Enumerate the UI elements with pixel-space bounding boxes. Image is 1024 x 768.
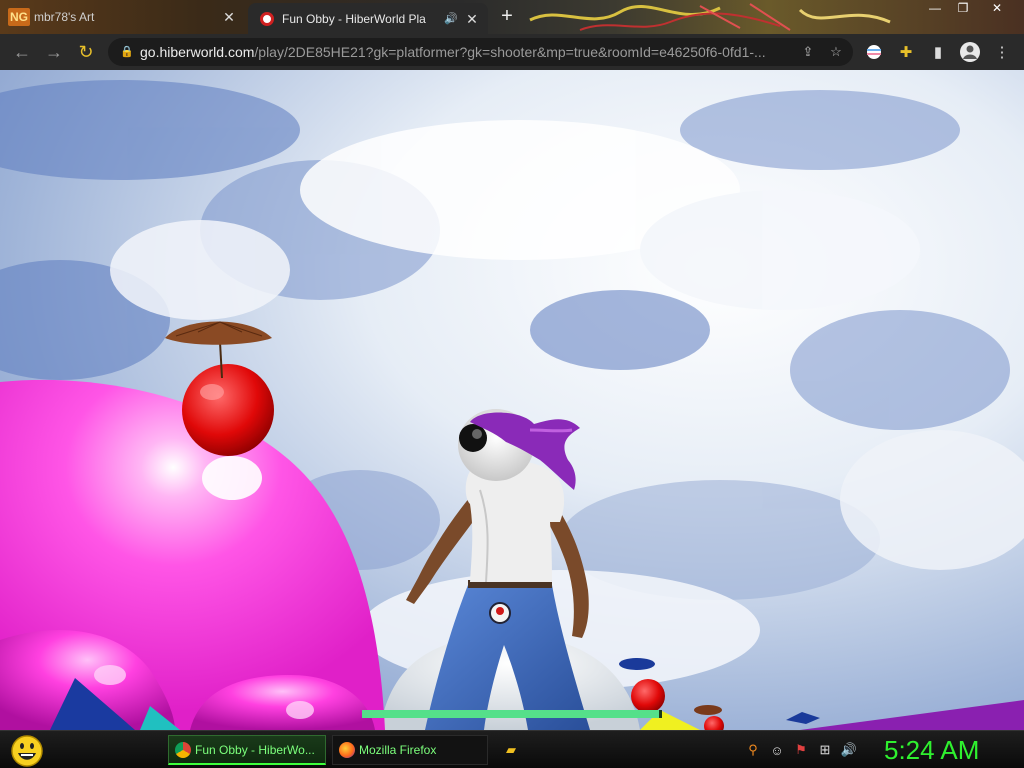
extensions-puzzle-icon[interactable]: ✚ [894, 40, 918, 64]
address-bar[interactable]: 🔒 go.hiberworld.com/play/2DE85HE21?gk=pl… [108, 38, 853, 66]
forward-arrow-icon[interactable]: → [38, 37, 70, 67]
profile-flag-icon[interactable] [862, 40, 886, 64]
close-tab-icon[interactable]: ✕ [221, 9, 237, 25]
messenger-icon[interactable]: ☺ [768, 741, 786, 759]
menu-kebab-icon[interactable]: ⋮ [990, 40, 1014, 64]
tab-newgrounds-art[interactable]: NG mbr78's Art ✕ [0, 2, 245, 32]
address-url[interactable]: go.hiberworld.com/play/2DE85HE21?gk=plat… [140, 44, 797, 60]
distant-umbrella [619, 658, 655, 670]
start-button[interactable] [8, 733, 46, 767]
desktop-screen: NG mbr78's Art ✕ Fun Obby - HiberWorld P… [0, 0, 1024, 768]
folder-icon[interactable]: ▰ [502, 741, 520, 759]
smiley-start-icon [11, 735, 43, 767]
tab-title: Fun Obby - HiberWorld Pla [282, 11, 426, 26]
player-health-bar [362, 710, 662, 718]
new-tab-button[interactable]: + [496, 6, 518, 28]
firefox-icon [339, 742, 355, 758]
task-label: Fun Obby - HiberWo... [195, 742, 315, 757]
window-close-icon[interactable]: ✕ [986, 0, 1008, 18]
url-host: go.hiberworld.com [140, 44, 255, 60]
newgrounds-logo-icon: NG [8, 8, 30, 26]
cherry-decoration [182, 364, 274, 456]
graffiti-background [529, 3, 891, 31]
volume-icon[interactable]: 🔊 [840, 741, 858, 759]
side-panel-icon[interactable]: ▮ [926, 40, 950, 64]
speaker-icon[interactable]: 🔊 [444, 12, 458, 25]
tab-fun-obby[interactable]: Fun Obby - HiberWorld Pla 🔊 ✕ [248, 3, 488, 34]
distant-cherry [631, 679, 665, 713]
network-icon[interactable]: ⊞ [816, 741, 834, 759]
search-icon[interactable]: ⚲ [744, 741, 762, 759]
distant-flag [786, 712, 820, 724]
hiberworld-favicon-icon [260, 11, 274, 26]
game-canvas[interactable] [0, 70, 1024, 730]
purple-platform [800, 700, 1024, 730]
profile-avatar-icon[interactable] [958, 40, 982, 64]
lock-icon: 🔒 [120, 46, 134, 58]
chrome-icon [175, 741, 191, 758]
health-bar-fill [362, 710, 659, 718]
share-icon[interactable]: ⇪ [797, 44, 819, 60]
distant-umbrella [694, 705, 722, 715]
reload-icon[interactable]: ↻ [70, 37, 102, 67]
umbrella-decoration [165, 321, 272, 345]
restore-icon[interactable]: ❐ [952, 0, 974, 18]
tab-title: mbr78's Art [34, 10, 95, 24]
taskbar: Fun Obby - HiberWo... Mozilla Firefox ▰ … [0, 730, 1024, 768]
game-scene [0, 80, 1024, 730]
minimize-icon[interactable]: — [924, 0, 946, 18]
browser-tab-strip: NG mbr78's Art ✕ Fun Obby - HiberWorld P… [0, 0, 1024, 34]
back-arrow-icon[interactable]: ← [6, 37, 38, 67]
taskbar-clock[interactable]: 5:24 AM [884, 734, 1014, 766]
url-path: /play/2DE85HE21?gk=platformer?gk=shooter… [254, 44, 766, 60]
task-label: Mozilla Firefox [359, 743, 437, 757]
bookmark-star-icon[interactable]: ☆ [825, 44, 847, 60]
taskbar-item-firefox[interactable]: Mozilla Firefox [332, 735, 488, 765]
action-center-flag-icon[interactable]: ⚑ [792, 741, 810, 759]
close-tab-icon[interactable]: ✕ [464, 11, 480, 27]
distant-cherry [704, 716, 724, 730]
taskbar-item-chrome[interactable]: Fun Obby - HiberWo... [168, 735, 326, 765]
